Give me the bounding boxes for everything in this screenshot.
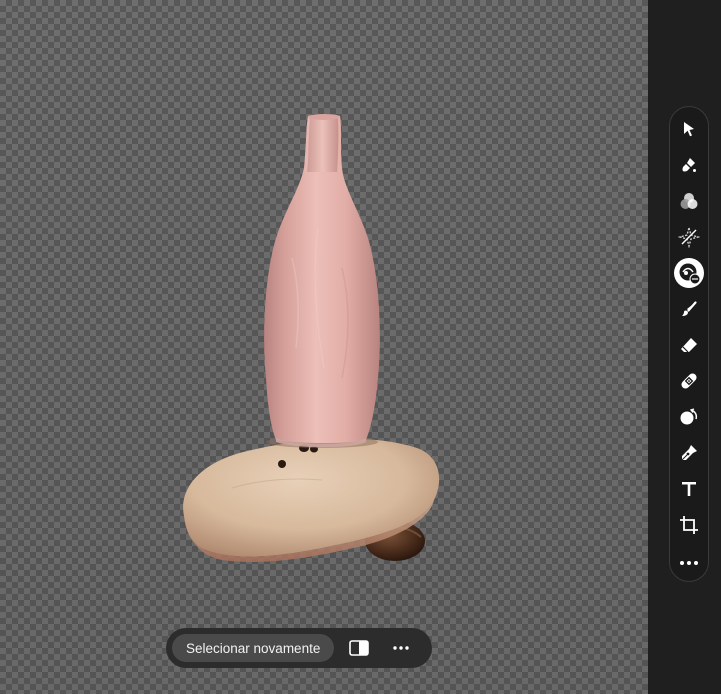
pen-tool[interactable] [670,437,708,469]
eraser-tool[interactable] [670,329,708,361]
bandage-icon [681,373,697,389]
adjustments-tool[interactable] [670,185,708,217]
editor-window: Selecionar novamente [0,0,721,694]
clone-stamp-icon [680,408,698,425]
overlapping-circles-icon [680,193,698,209]
clone-tool[interactable] [670,401,708,433]
tool-palette [669,106,709,582]
select-tool[interactable] [670,113,708,145]
text-tool[interactable] [670,473,708,505]
brush-icon [682,301,697,316]
heal-tool[interactable] [670,365,708,397]
pen-icon [681,445,697,461]
active-tool-indicator [674,258,704,288]
quick-select-tool[interactable] [670,149,708,181]
selection-action-bar: Selecionar novamente [166,628,432,668]
crop-icon [680,516,698,534]
arrow-pointer-icon [684,122,694,137]
invert-selection-icon [349,640,370,656]
invert-selection-button[interactable] [342,634,376,662]
brush-select-icon [682,158,696,172]
more-tools[interactable] [670,547,708,579]
generative-fill-tool[interactable] [670,221,708,253]
eraser-icon [681,338,697,353]
remove-background-tool[interactable] [670,257,708,289]
more-horizontal-icon [680,561,698,565]
more-options-button[interactable] [384,634,418,662]
reselect-button[interactable]: Selecionar novamente [172,634,335,662]
crop-tool[interactable] [670,509,708,541]
brush-tool[interactable] [670,293,708,325]
subject-image[interactable] [172,108,452,568]
more-horizontal-icon [393,646,410,650]
remove-object-icon [679,263,701,285]
sparkle-icon [678,226,700,248]
text-icon [682,482,696,496]
image-canvas[interactable] [0,0,648,694]
